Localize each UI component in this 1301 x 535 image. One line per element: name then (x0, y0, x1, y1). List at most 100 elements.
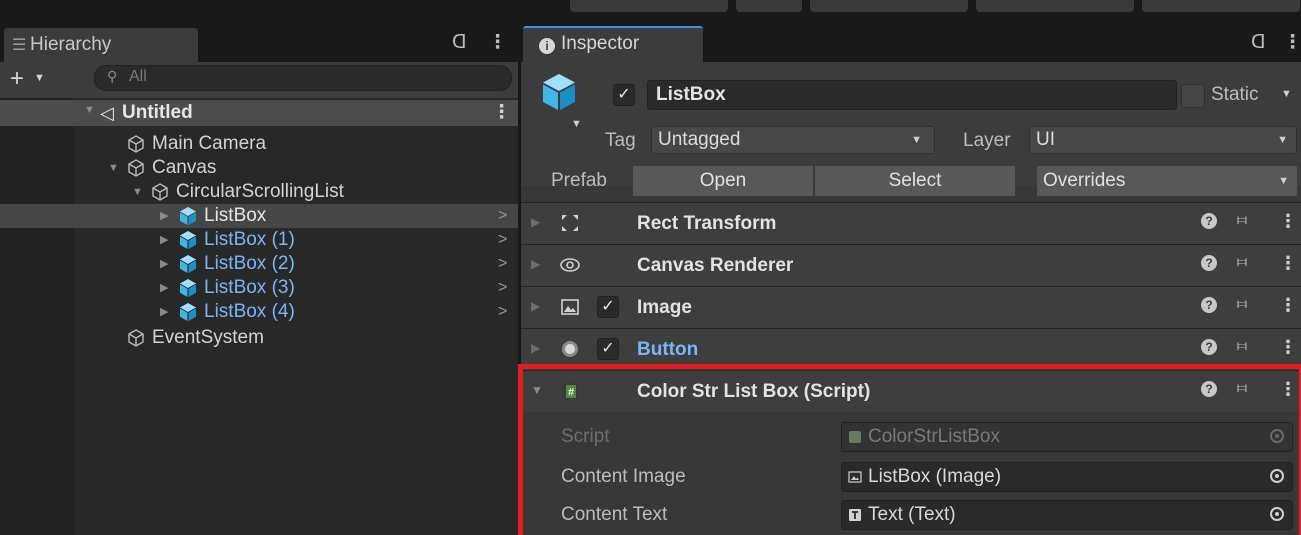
icon-dropdown-arrow-icon[interactable]: ▼ (571, 118, 582, 130)
toolbar-button[interactable] (570, 0, 728, 12)
static-dropdown-arrow-icon[interactable]: ▼ (1281, 88, 1292, 100)
svg-text:#: # (568, 387, 574, 399)
foldout-arrow-icon[interactable]: ▶ (531, 299, 540, 313)
top-toolbar-strip (0, 0, 1301, 24)
foldout-arrow-icon[interactable]: ▶ (531, 341, 540, 355)
lock-icon[interactable]: ᗡ (1251, 31, 1266, 54)
tree-item-listbox-3[interactable]: ▶ ListBox (3) > (0, 276, 518, 300)
prefab-overrides-dropdown[interactable]: Overrides ▼ (1037, 166, 1297, 196)
component-menu-icon[interactable]: ⋮ (1279, 379, 1297, 400)
prefab-icon[interactable] (537, 70, 581, 114)
tag-value: Untagged (658, 129, 741, 150)
tree-item-listbox-1[interactable]: ▶ ListBox (1) > (0, 228, 518, 252)
preset-sliders-icon[interactable]: ⧦ (1237, 337, 1247, 355)
component-menu-icon[interactable]: ⋮ (1279, 253, 1297, 274)
content-image-field[interactable]: ListBox (Image) (841, 462, 1293, 492)
prefab-select-button[interactable]: Select (815, 166, 1015, 196)
tab-inspector[interactable]: i Inspector (523, 26, 703, 62)
component-color-str-list-box[interactable]: ▼ # Color Str List Box (Script) ? ⧦ ⋮ (521, 370, 1301, 412)
object-name-field[interactable]: ListBox (647, 80, 1177, 110)
scene-row-untitled[interactable]: ▼ ◁ Untitled ⋮ (0, 100, 518, 126)
prefab-open-button[interactable]: Open (633, 166, 813, 196)
expand-arrow-icon[interactable]: ▶ (160, 300, 168, 324)
tree-item-label: Canvas (152, 157, 217, 178)
tab-hierarchy[interactable]: ☰ Hierarchy (4, 28, 198, 62)
create-plus-icon[interactable]: + (10, 66, 24, 92)
component-menu-icon[interactable]: ⋮ (1279, 295, 1297, 316)
help-icon[interactable]: ? (1201, 213, 1217, 229)
foldout-arrow-icon[interactable]: ▼ (531, 383, 543, 397)
component-canvas-renderer[interactable]: ▶ Canvas Renderer ? ⧦ ⋮ (521, 244, 1301, 286)
image-icon (561, 299, 579, 315)
rect-transform-icon (562, 215, 578, 231)
expand-arrow-icon[interactable]: ▼ (132, 180, 143, 204)
chevron-right-icon[interactable]: > (498, 228, 507, 252)
tree-item-label: ListBox (2) (204, 253, 295, 274)
panel-menu-icon[interactable]: ⋮ (488, 31, 507, 54)
prefab-label: Prefab (551, 170, 607, 191)
chevron-right-icon[interactable]: > (498, 300, 507, 324)
toolbar-button[interactable] (736, 0, 802, 12)
expand-arrow-icon[interactable]: ▶ (160, 252, 168, 276)
expand-arrow-icon[interactable]: ▶ (160, 228, 168, 252)
component-button[interactable]: ▶ ✓ Button ? ⧦ ⋮ (521, 328, 1301, 370)
expand-arrow-icon[interactable]: ▼ (108, 156, 119, 180)
help-icon[interactable]: ? (1201, 381, 1217, 397)
toolbar-button[interactable] (1142, 0, 1300, 12)
enabled-checkbox[interactable]: ✓ (597, 296, 619, 318)
content-text-field[interactable]: Text (Text) (841, 500, 1293, 530)
content-image-label: Content Image (561, 466, 686, 487)
chevron-right-icon[interactable]: > (498, 204, 507, 228)
component-menu-icon[interactable]: ⋮ (1279, 337, 1297, 358)
tree-item-listbox-4[interactable]: ▶ ListBox (4) > (0, 300, 518, 324)
object-picker-icon[interactable] (1270, 469, 1284, 483)
search-icon: ⚲ (107, 68, 118, 84)
chevron-right-icon[interactable]: > (498, 276, 507, 300)
lock-icon[interactable]: ᗡ (452, 31, 467, 54)
toolbar-button[interactable] (810, 0, 968, 12)
foldout-arrow-icon[interactable]: ▶ (531, 257, 540, 271)
preset-sliders-icon[interactable]: ⧦ (1237, 211, 1247, 229)
component-menu-icon[interactable]: ⋮ (1279, 211, 1297, 232)
overrides-label: Overrides (1043, 170, 1126, 191)
gameobject-icon (128, 159, 144, 177)
component-rect-transform[interactable]: ▶ Rect Transform ? ⧦ ⋮ (521, 202, 1301, 244)
panel-menu-icon[interactable]: ⋮ (1283, 31, 1301, 54)
button-icon (562, 341, 578, 357)
tree-item-listbox-2[interactable]: ▶ ListBox (2) > (0, 252, 518, 276)
tree-item-listbox[interactable]: ▶ ListBox > (0, 204, 518, 228)
preset-sliders-icon[interactable]: ⧦ (1237, 253, 1247, 271)
help-icon[interactable]: ? (1201, 297, 1217, 313)
gameobject-icon (152, 183, 168, 201)
expand-arrow-icon[interactable]: ▶ (160, 276, 168, 300)
scene-menu-icon[interactable]: ⋮ (492, 100, 511, 126)
preset-sliders-icon[interactable]: ⧦ (1237, 379, 1247, 397)
tree-item-canvas[interactable]: ▼ Canvas (0, 156, 518, 180)
script-value: ColorStrListBox (868, 426, 1000, 447)
tree-item-event-system[interactable]: EventSystem (0, 326, 518, 350)
expand-arrow-icon[interactable]: ▶ (160, 204, 168, 228)
chevron-right-icon[interactable]: > (498, 252, 507, 276)
foldout-arrow-icon[interactable]: ▶ (531, 215, 540, 229)
prefab-icon (180, 303, 196, 321)
tree-item-main-camera[interactable]: Main Camera (0, 132, 518, 156)
create-dropdown-arrow-icon[interactable]: ▼ (34, 72, 45, 84)
help-icon[interactable]: ? (1201, 339, 1217, 355)
unity-scene-icon: ◁ (100, 103, 114, 123)
hierarchy-panel: ☰ Hierarchy ᗡ ⋮ + ▼ ⚲ All ▼ ◁ Untitled ⋮… (0, 24, 518, 535)
tree-item-circular-scrolling-list[interactable]: ▼ CircularScrollingList (0, 180, 518, 204)
static-checkbox[interactable] (1181, 84, 1205, 108)
component-image[interactable]: ▶ ✓ Image ? ⧦ ⋮ (521, 286, 1301, 328)
enabled-checkbox[interactable]: ✓ (597, 338, 619, 360)
expand-arrow-icon[interactable]: ▼ (84, 104, 95, 116)
help-icon[interactable]: ? (1201, 255, 1217, 271)
component-title: Image (637, 297, 692, 318)
layer-dropdown[interactable]: UI ▼ (1029, 126, 1297, 154)
tag-dropdown[interactable]: Untagged ▼ (651, 126, 935, 154)
toolbar-button[interactable] (976, 0, 1134, 12)
hierarchy-search-input[interactable]: ⚲ All (94, 65, 512, 91)
active-checkbox[interactable]: ✓ (613, 84, 635, 106)
prefab-icon (180, 207, 196, 225)
object-picker-icon[interactable] (1270, 507, 1284, 521)
preset-sliders-icon[interactable]: ⧦ (1237, 295, 1247, 313)
